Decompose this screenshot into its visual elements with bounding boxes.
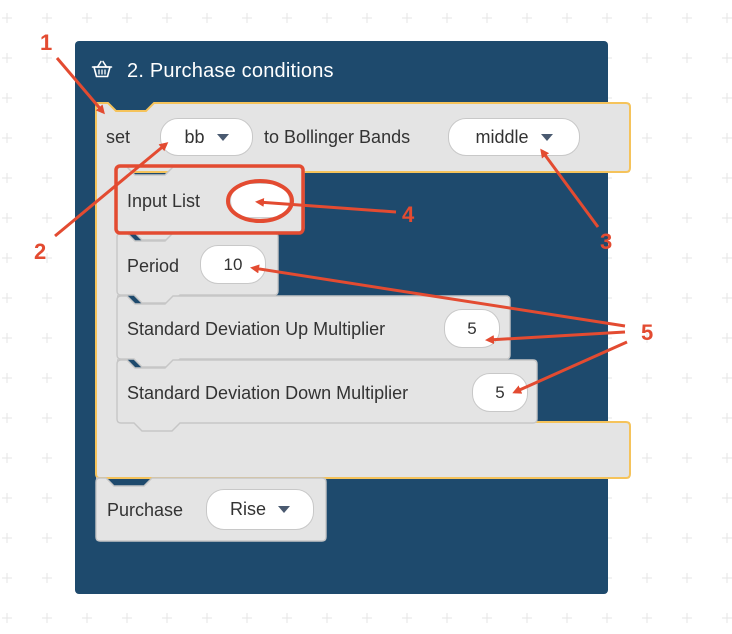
input-list-slot[interactable] — [230, 183, 290, 218]
band-value: middle — [475, 126, 529, 147]
set-label: set — [106, 127, 131, 147]
chevron-down-icon — [278, 506, 290, 513]
purchase-label: Purchase — [107, 500, 184, 520]
chevron-down-icon — [540, 133, 553, 141]
period-label: Period — [127, 256, 180, 276]
std-down-label: Standard Deviation Down Multiplier — [127, 383, 409, 403]
variable-dropdown[interactable]: bb — [160, 118, 253, 156]
period-input[interactable]: 10 — [200, 245, 266, 284]
std-up-input[interactable]: 5 — [444, 309, 500, 348]
purchase-dropdown[interactable]: Rise — [206, 489, 314, 530]
std-down-input[interactable]: 5 — [472, 373, 528, 412]
chevron-down-icon — [216, 133, 229, 141]
to-bollinger-label: to Bollinger Bands — [264, 127, 411, 147]
purchase-value: Rise — [229, 499, 266, 519]
variable-value: bb — [184, 126, 205, 147]
std-up-label: Standard Deviation Up Multiplier — [127, 319, 386, 339]
band-dropdown[interactable]: middle — [448, 118, 580, 156]
block-shapes — [95, 102, 631, 542]
input-list-label: Input List — [127, 191, 201, 211]
